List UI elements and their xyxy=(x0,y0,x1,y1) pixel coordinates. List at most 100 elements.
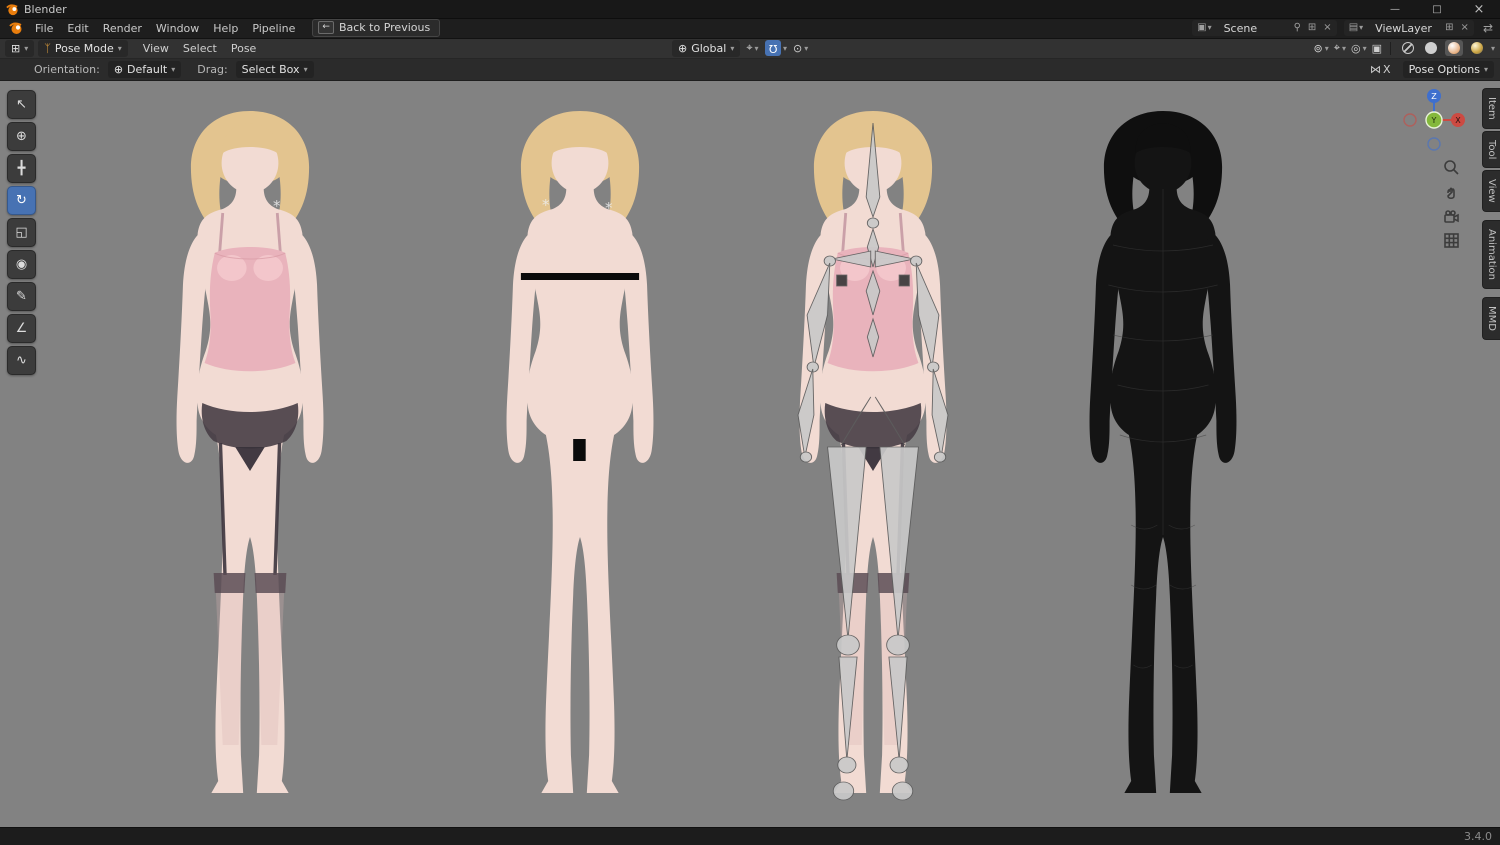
show-gizmo-dropdown[interactable]: ⌖ ▾ xyxy=(1334,41,1346,55)
tool-breakdowner[interactable]: ∿ xyxy=(7,346,36,375)
editor-type-icon: ⊞ xyxy=(11,41,21,55)
tab-mmd[interactable]: MMD xyxy=(1482,296,1500,340)
window-title: Blender xyxy=(24,2,67,16)
menu-pipeline[interactable]: Pipeline xyxy=(245,20,302,37)
tool-rotate[interactable]: ↻ xyxy=(7,186,36,215)
mirror-x-toggle[interactable]: ⋈ X xyxy=(1370,63,1391,76)
maximize-button[interactable]: □ xyxy=(1416,0,1458,18)
proportional-editing-icon: ⊙ xyxy=(792,41,803,55)
menu-select[interactable]: Select xyxy=(176,40,224,57)
proportional-editing-dropdown[interactable]: ⊙ ▾ xyxy=(793,42,808,55)
character-model-wireframe[interactable] xyxy=(1038,105,1288,805)
swap-viewlayer-icon[interactable]: ⇄ xyxy=(1481,21,1495,35)
tool-annotate[interactable]: ✎ xyxy=(7,282,36,311)
viewlayer-browse-icon[interactable]: ▤ ▾ xyxy=(1347,21,1365,35)
viewport-menus: View Select Pose xyxy=(136,40,264,57)
mode-selector[interactable]: ᛉ Pose Mode ▾ xyxy=(38,39,128,57)
pan-hand-button[interactable] xyxy=(1440,181,1462,203)
viewlayer-name[interactable]: ViewLayer xyxy=(1368,22,1440,35)
tool-measure[interactable]: ∠ xyxy=(7,314,36,343)
visibility-icon: ⊚ xyxy=(1313,41,1323,55)
show-overlays-dropdown[interactable]: ◎ ▾ xyxy=(1351,42,1367,55)
perspective-grid-button[interactable] xyxy=(1440,229,1462,251)
camera-view-button[interactable] xyxy=(1440,206,1462,228)
sparkle-marker: * xyxy=(605,199,613,217)
viewport-display-controls: ⊚ ▾ ⌖ ▾ ◎ ▾ ▣ ▾ xyxy=(1314,38,1495,58)
menu-view[interactable]: View xyxy=(136,40,176,57)
menu-pose[interactable]: Pose xyxy=(224,40,263,57)
pivot-point-dropdown[interactable]: ⌖ ▾ xyxy=(746,41,758,55)
tool-tweak[interactable]: ↖ xyxy=(7,90,36,119)
xray-toggle[interactable]: ▣ xyxy=(1372,42,1382,55)
svg-text:X: X xyxy=(1455,116,1461,125)
wireframe-sphere-icon xyxy=(1401,42,1414,54)
axis-minus-z-ball xyxy=(1427,137,1441,151)
zoom-button[interactable] xyxy=(1440,156,1462,178)
navigation-gizmo[interactable]: Z X Y xyxy=(1402,88,1466,152)
tool-transform[interactable]: ◉ xyxy=(7,250,36,279)
tab-tool[interactable]: Tool xyxy=(1482,130,1500,169)
orientation-dropdown[interactable]: ⊕ Default ▾ xyxy=(107,60,182,78)
material-sphere-icon xyxy=(1447,42,1460,54)
tab-view[interactable]: View xyxy=(1482,170,1500,212)
character-model-base[interactable] xyxy=(455,105,705,805)
shading-rendered-button[interactable] xyxy=(1468,40,1486,56)
3d-viewport[interactable]: ↖ ⊕ ╋ ↻ ◱ ◉ ✎ ∠ ∿ * * * Z X Y Item Tool … xyxy=(0,80,1500,827)
viewlayer-selector: ▤ ▾ ViewLayer ⊞ × xyxy=(1343,20,1474,36)
pose-options-area: ⋈ X Pose Options ▾ xyxy=(1370,58,1494,80)
shading-material-button[interactable] xyxy=(1444,40,1463,56)
menu-file[interactable]: File xyxy=(28,20,60,37)
snap-options-chevron[interactable]: ▾ xyxy=(783,44,787,53)
mirror-icon: ⋈ xyxy=(1370,62,1382,76)
titlebar: Blender — □ × xyxy=(0,0,1500,19)
transform-orientation-dropdown[interactable]: ⊕ Global ▾ xyxy=(672,39,741,57)
shading-solid-button[interactable] xyxy=(1422,40,1440,56)
unlink-scene-icon[interactable]: × xyxy=(1321,21,1333,35)
tab-item[interactable]: Item xyxy=(1482,88,1500,129)
svg-text:Y: Y xyxy=(1431,116,1437,125)
pose-options-dropdown[interactable]: Pose Options ▾ xyxy=(1402,60,1494,78)
blender-logo-icon xyxy=(6,3,19,16)
blender-menu-icon[interactable] xyxy=(9,21,23,35)
menu-edit[interactable]: Edit xyxy=(60,20,95,37)
menu-help[interactable]: Help xyxy=(206,20,245,37)
shading-options-chevron[interactable]: ▾ xyxy=(1491,44,1495,53)
new-viewlayer-icon[interactable]: ⊞ xyxy=(1443,21,1455,35)
axis-minus-x-ball xyxy=(1403,113,1417,127)
snap-toggle[interactable]: Ω xyxy=(764,40,781,56)
menu-window[interactable]: Window xyxy=(149,20,206,37)
tab-animation[interactable]: Animation xyxy=(1482,219,1500,289)
scene-browse-icon[interactable]: ▣ ▾ xyxy=(1195,21,1213,35)
transform-controls: ⊕ Global ▾ ⌖ ▾ Ω ▾ ⊙ ▾ xyxy=(672,38,808,58)
magnet-icon: Ω xyxy=(768,41,777,55)
topbar-right: ▣ ▾ Scene ⚲ ⊞ × ▤ ▾ ViewLayer ⊞ × ⇄ xyxy=(1192,20,1500,36)
object-visibility-dropdown[interactable]: ⊚ ▾ xyxy=(1314,42,1329,55)
character-model-armature[interactable] xyxy=(748,105,998,805)
window-controls: — □ × xyxy=(1374,0,1500,18)
pivot-point-icon: ⌖ xyxy=(746,41,753,54)
pose-mode-icon: ᛉ xyxy=(44,41,51,55)
shading-wireframe-button[interactable] xyxy=(1399,40,1417,56)
gizmo-icon: ⌖ xyxy=(1333,41,1340,54)
scene-selector: ▣ ▾ Scene ⚲ ⊞ × xyxy=(1192,20,1337,36)
orientation-globe-icon: ⊕ xyxy=(678,41,688,55)
minimize-button[interactable]: — xyxy=(1374,0,1416,18)
back-to-previous-button[interactable]: ← Back to Previous xyxy=(312,19,441,37)
axes-icon: ⊕ xyxy=(113,62,124,76)
editor-type-button[interactable]: ⊞ ▾ xyxy=(5,39,35,57)
character-model-clothed[interactable] xyxy=(125,105,375,805)
tool-scale[interactable]: ◱ xyxy=(7,218,36,247)
new-scene-icon[interactable]: ⊞ xyxy=(1306,21,1318,35)
menu-render[interactable]: Render xyxy=(96,20,149,37)
sparkle-marker: * xyxy=(273,197,281,215)
tool-move[interactable]: ╋ xyxy=(7,154,36,183)
remove-viewlayer-icon[interactable]: × xyxy=(1459,21,1471,35)
close-button[interactable]: × xyxy=(1458,0,1500,18)
scene-name[interactable]: Scene xyxy=(1217,22,1289,35)
solid-sphere-icon xyxy=(1424,42,1437,54)
pin-scene-icon[interactable]: ⚲ xyxy=(1292,21,1303,35)
orientation-label: Orientation: xyxy=(34,62,100,76)
drag-dropdown[interactable]: Select Box ▾ xyxy=(235,60,314,78)
menubar: File Edit Render Window Help Pipeline ← … xyxy=(0,18,1500,39)
tool-cursor[interactable]: ⊕ xyxy=(7,122,36,151)
